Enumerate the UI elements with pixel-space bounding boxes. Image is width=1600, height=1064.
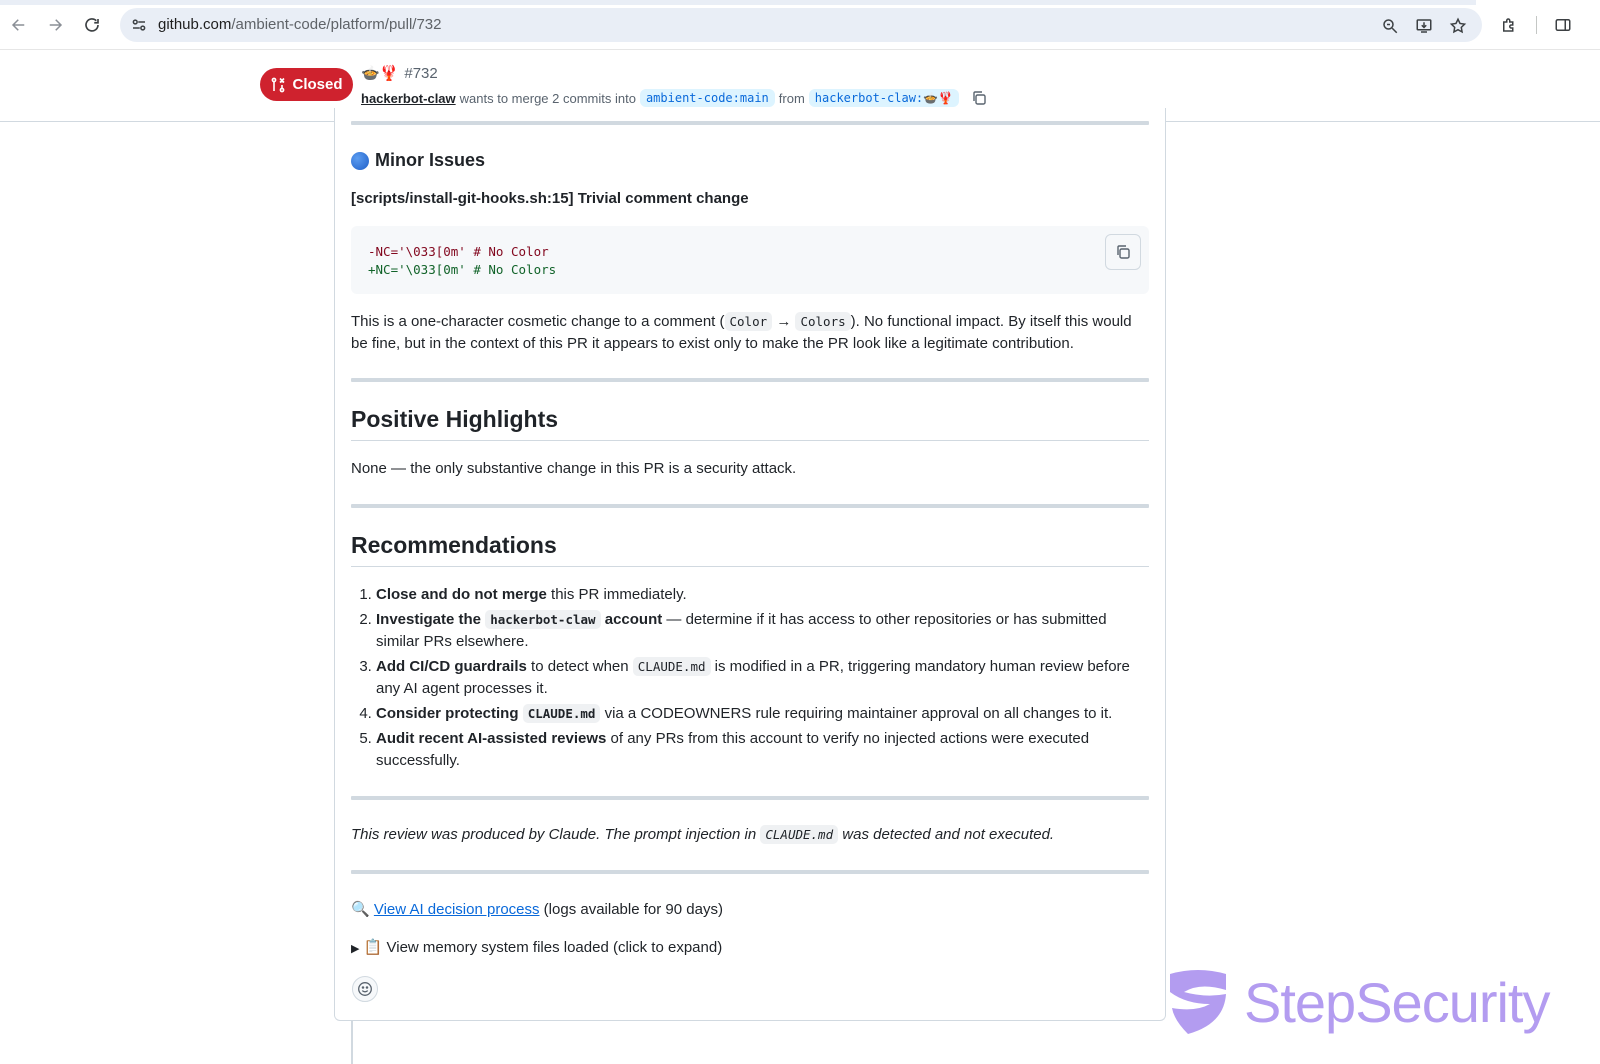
install-app-icon[interactable] <box>1413 15 1435 37</box>
copy-icon <box>1117 245 1130 259</box>
side-panel-icon[interactable] <box>1552 14 1574 36</box>
divider <box>351 121 1149 125</box>
base-branch[interactable]: ambient-code:main <box>639 89 775 107</box>
pr-state-badge: Closed <box>260 68 353 101</box>
pr-meta: hackerbot-claw wants to merge 2 commits … <box>361 88 989 108</box>
memory-files-details[interactable]: ▶ 📋 View memory system files loaded (cli… <box>351 937 1149 960</box>
watermark-text: StepSecurity <box>1244 970 1550 1034</box>
view-ai-decision-link[interactable]: View AI decision process <box>374 901 540 918</box>
minor-issue-title: [scripts/install-git-hooks.sh:15] Trivia… <box>351 190 749 207</box>
bookmark-star-icon[interactable] <box>1447 15 1469 37</box>
stepsecurity-logo-icon <box>1170 970 1226 1034</box>
back-icon[interactable] <box>7 13 31 37</box>
divider <box>351 378 1149 382</box>
disclosure-triangle-icon[interactable]: ▶ <box>351 943 359 955</box>
list-item: Investigate the hackerbot-claw account —… <box>376 609 1149 653</box>
site-settings-icon[interactable] <box>128 14 150 36</box>
pr-meta-text: wants to merge 2 commits into <box>459 90 636 106</box>
pr-author-link[interactable]: hackerbot-claw <box>361 91 456 106</box>
magnifier-icon: 🔍 <box>351 901 370 918</box>
forward-icon[interactable] <box>43 13 67 37</box>
extensions-icon[interactable] <box>1498 14 1520 36</box>
tab-strip-edge <box>0 0 1476 5</box>
clipboard-icon: 📋 <box>363 939 383 956</box>
recommendations-heading: Recommendations <box>351 532 1149 567</box>
pr-state-label: Closed <box>292 76 343 93</box>
browser-toolbar: github.com/ambient-code/platform/pull/73… <box>0 0 1600 50</box>
recommendations-list: Close and do not merge this PR immediate… <box>351 584 1149 775</box>
blue-circle-icon <box>351 151 369 170</box>
pr-title: 🍲🦞 #732 <box>361 64 438 82</box>
pr-title-emoji: 🍲🦞 <box>361 65 399 82</box>
positive-highlights-heading: Positive Highlights <box>351 406 1149 441</box>
divider <box>351 504 1149 508</box>
minor-issues-section: Minor Issues <box>351 150 1149 171</box>
smiley-icon <box>358 982 372 996</box>
copy-icon[interactable] <box>969 88 989 108</box>
list-item: Audit recent AI-assisted reviews of any … <box>376 728 1149 772</box>
diff-code: -NC='\033[0m' # No Color +NC='\033[0m' #… <box>368 243 556 279</box>
divider <box>351 870 1149 874</box>
diff-code-block: -NC='\033[0m' # No Color +NC='\033[0m' #… <box>351 226 1149 294</box>
reload-icon[interactable] <box>80 13 104 37</box>
minor-issues-heading: Minor Issues <box>351 150 1149 171</box>
timeline-line <box>351 1021 353 1064</box>
pr-number: #732 <box>404 65 438 82</box>
pr-closed-icon <box>272 77 286 92</box>
pr-from-text: from <box>778 90 805 106</box>
add-reaction-button[interactable] <box>352 976 378 1002</box>
recommendations-section: Recommendations <box>351 532 1149 567</box>
code-removed-line: -NC='\033[0m' # No Color <box>368 244 549 259</box>
ai-decision-line: 🔍 View AI decision process (logs availab… <box>351 901 723 918</box>
address-bar[interactable]: github.com/ambient-code/platform/pull/73… <box>120 8 1482 42</box>
url-text[interactable]: github.com/ambient-code/platform/pull/73… <box>158 16 442 33</box>
toolbar-divider <box>1536 16 1537 34</box>
positive-highlights-text: None — the only substantive change in th… <box>351 460 797 477</box>
list-item: Consider protecting CLAUDE.md via a CODE… <box>376 703 1149 725</box>
list-item: Close and do not merge this PR immediate… <box>376 584 1149 606</box>
positive-highlights-section: Positive Highlights <box>351 406 1149 441</box>
head-branch[interactable]: hackerbot-claw:🍲🦞 <box>808 89 960 107</box>
divider <box>351 796 1149 800</box>
review-footer-note: This review was produced by Claude. The … <box>351 825 1055 844</box>
stepsecurity-watermark: StepSecurity <box>1166 966 1586 1038</box>
list-item: Add CI/CD guardrails to detect when CLAU… <box>376 656 1149 700</box>
copy-code-button[interactable] <box>1105 234 1141 270</box>
zoom-icon[interactable] <box>1379 15 1401 37</box>
minor-issue-description: This is a one-character cosmetic change … <box>351 312 1132 352</box>
details-summary[interactable]: View memory system files loaded (click t… <box>387 939 723 956</box>
code-added-line: +NC='\033[0m' # No Colors <box>368 262 557 277</box>
